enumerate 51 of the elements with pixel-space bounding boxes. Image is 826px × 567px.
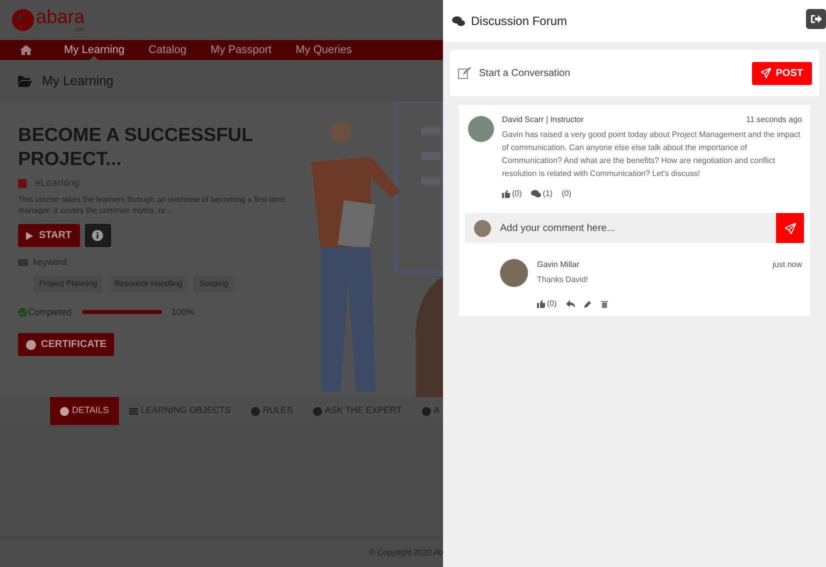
- completion-status: Completed: [28, 306, 72, 319]
- author-name: Gavin Millar: [537, 259, 580, 271]
- comment-field[interactable]: Add your comment here...: [500, 220, 776, 236]
- post-button[interactable]: POST: [752, 62, 812, 84]
- timestamp: 11 seconds ago: [746, 114, 802, 126]
- timestamp: just now: [772, 259, 802, 271]
- author-name: David Scarr | Instructor: [502, 114, 584, 126]
- reply-icon[interactable]: [566, 300, 575, 308]
- avatar: [474, 220, 491, 236]
- like-button[interactable]: (0): [537, 298, 557, 310]
- logo-mascot-icon: [12, 9, 34, 31]
- avatar: [468, 116, 494, 142]
- comment-text: Thanks David!: [537, 274, 590, 286]
- exit-button[interactable]: [806, 9, 826, 29]
- nav-link[interactable]: Catalog: [136, 40, 198, 60]
- home-button[interactable]: [20, 45, 32, 55]
- count-text: (0): [562, 188, 572, 200]
- trash-icon[interactable]: [600, 300, 608, 308]
- edit-icon: [458, 67, 471, 79]
- certificate-button[interactable]: CERTIFICATE: [18, 333, 114, 356]
- book-icon: [18, 179, 27, 188]
- tab[interactable]: DETAILS: [50, 397, 119, 425]
- logo-text: abara: [36, 8, 85, 26]
- paper-plane-icon: [784, 222, 796, 234]
- chat-bubbles-icon: [452, 16, 465, 26]
- like-button[interactable]: (0): [502, 188, 522, 200]
- nav-link[interactable]: My Passport: [198, 40, 284, 60]
- list-icon: [128, 406, 138, 416]
- progress-percent: 100%: [172, 306, 195, 318]
- thumbs-up-icon: [537, 300, 545, 308]
- home-icon: [20, 45, 32, 55]
- course-title: BECOME A SUCCESSFUL PROJECT...: [18, 124, 254, 172]
- thumbs-up-icon: [502, 190, 510, 198]
- comments-button[interactable]: (1): [530, 188, 553, 200]
- chat-bubbles-icon: [530, 190, 541, 198]
- comment-bar[interactable]: Add your comment here...: [465, 213, 804, 243]
- panel-title: Discussion Forum: [471, 13, 568, 30]
- nav-link[interactable]: My Queries: [284, 40, 364, 60]
- pencil-icon[interactable]: [584, 300, 592, 308]
- sign-out-icon: [810, 14, 822, 24]
- start-conversation-field[interactable]: Start a Conversation: [479, 66, 679, 80]
- page-title: My Learning: [42, 72, 114, 90]
- post-text: Gavin has raised a very good point today about Project Management and the impact of communication. Can anyone else else talk about the importance of Communication? And what are the benefits? How are negotiation and conflict resolution is related with Communication? Let's discuss!: [502, 129, 802, 180]
- start-button[interactable]: START: [18, 224, 80, 247]
- send-button[interactable]: [776, 213, 804, 243]
- avatar: [500, 259, 528, 287]
- folder-icon: [18, 75, 32, 87]
- info-button[interactable]: [84, 224, 111, 247]
- paper-plane-icon: [760, 68, 771, 78]
- keyboard-icon: [18, 259, 28, 266]
- play-icon: [26, 232, 33, 240]
